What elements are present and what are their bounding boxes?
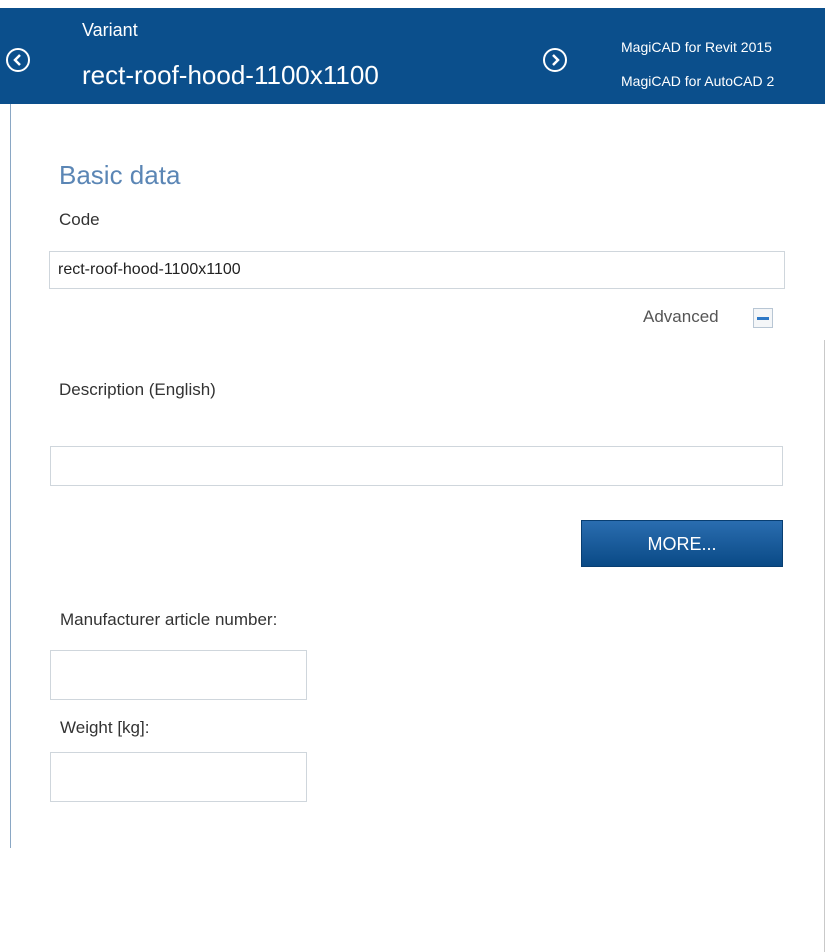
description-input[interactable] [50,446,783,486]
advanced-toggle-label[interactable]: Advanced [643,307,719,327]
description-label: Description (English) [59,380,216,399]
previous-variant-button[interactable] [6,48,30,72]
weight-label: Weight [kg]: [60,718,150,737]
article-number-input[interactable] [50,650,307,700]
variant-title: rect-roof-hood-1100x1100 [82,60,379,90]
product-link-autocad[interactable]: MagiCAD for AutoCAD 2 [621,64,774,98]
chevron-left-icon [13,54,21,66]
code-input[interactable] [49,251,785,289]
code-label: Code [59,210,100,229]
more-button[interactable]: MORE... [581,520,783,567]
minus-icon [757,317,769,320]
header-subtitle: Variant [82,20,138,40]
product-link-revit[interactable]: MagiCAD for Revit 2015 [621,30,774,64]
chevron-right-icon [552,54,560,66]
product-links: MagiCAD for Revit 2015 MagiCAD for AutoC… [621,30,774,98]
next-variant-button[interactable] [543,48,567,72]
basic-data-panel: Basic data Code Advanced Description (En… [10,104,825,952]
section-title: Basic data [59,160,181,190]
article-number-label: Manufacturer article number: [60,610,278,629]
header-bar: Variant rect-roof-hood-1100x1100 MagiCAD… [0,0,825,104]
advanced-collapse-button[interactable] [753,308,773,328]
weight-input[interactable] [50,752,307,802]
